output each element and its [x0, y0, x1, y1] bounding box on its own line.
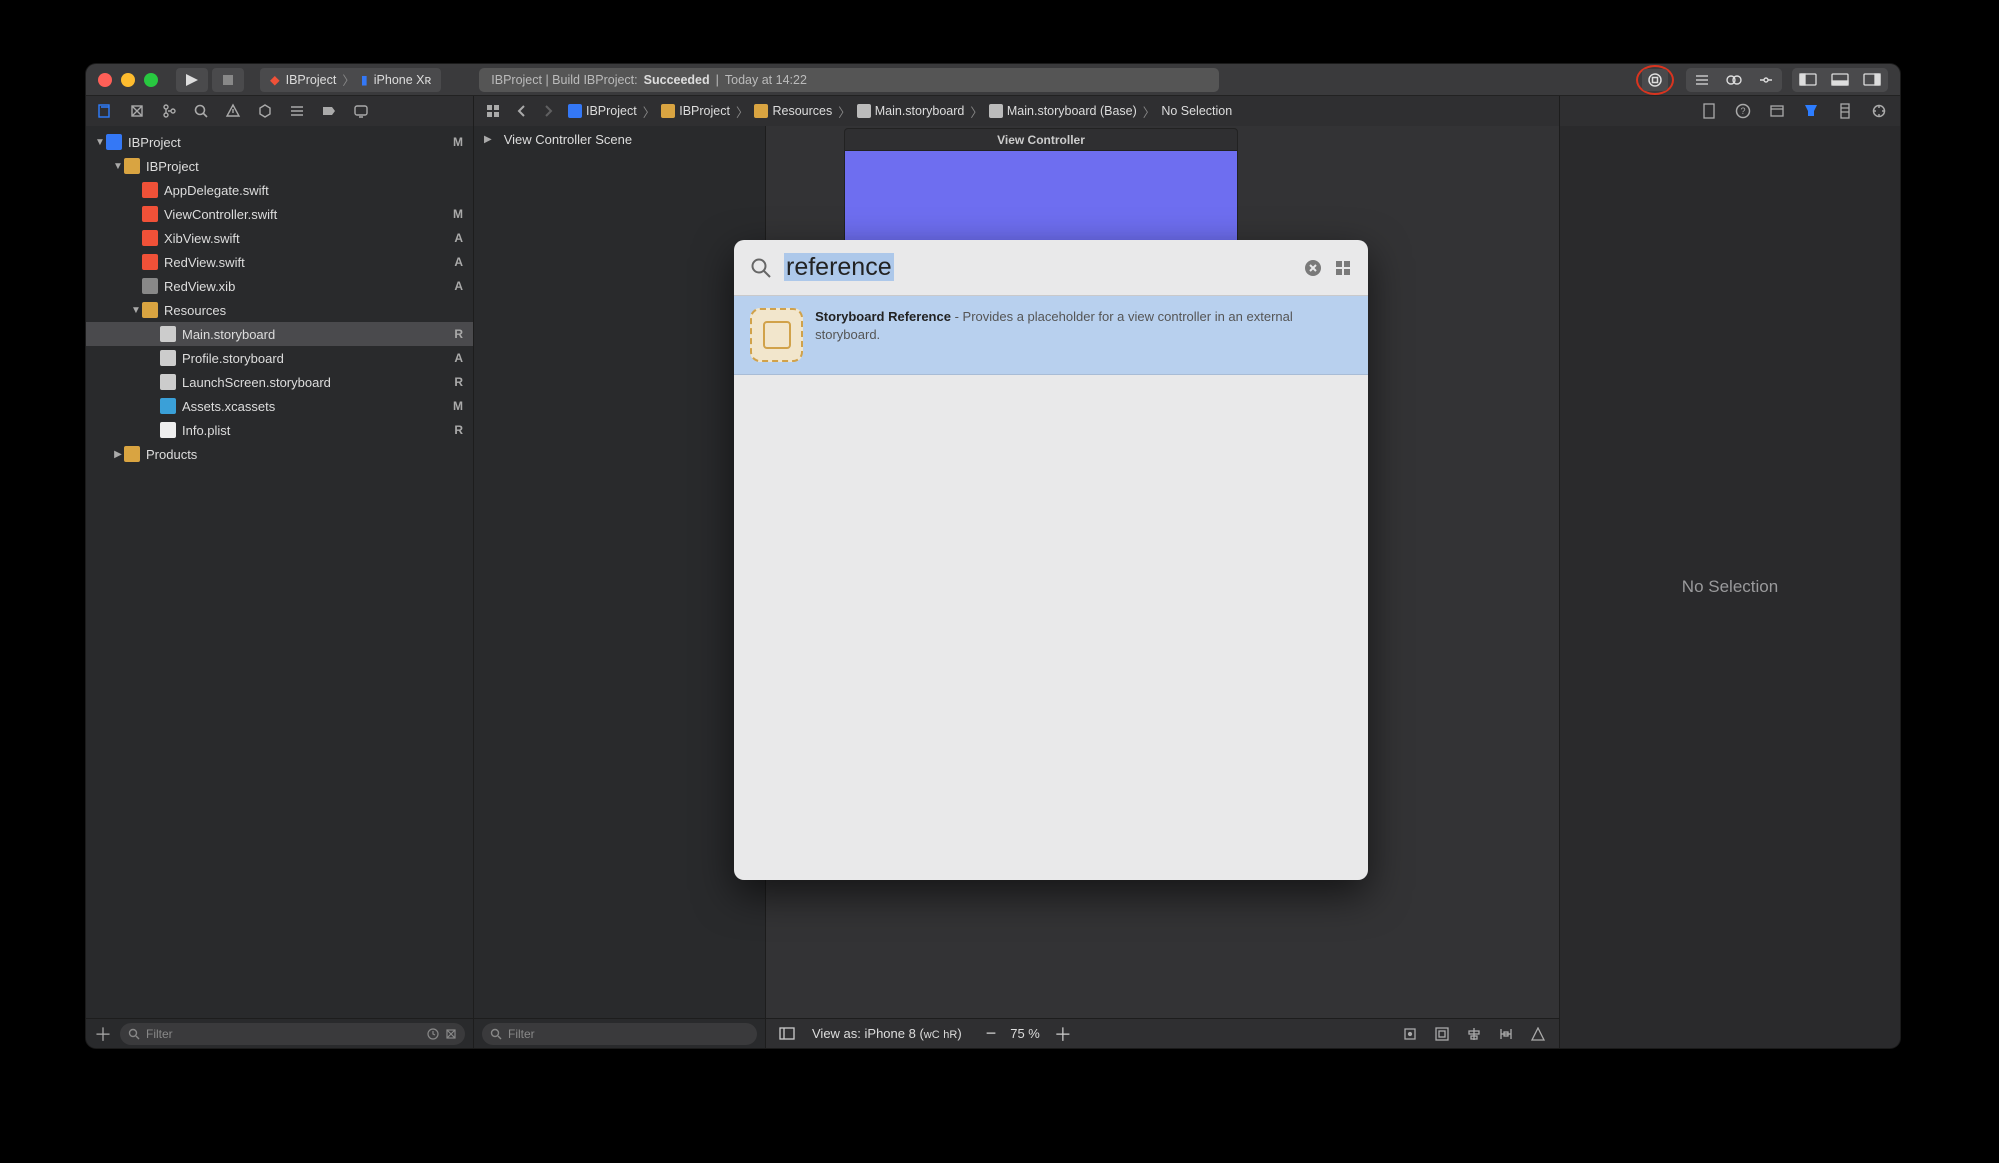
tree-row[interactable]: RedView.xibA — [86, 274, 473, 298]
minimize-window-button[interactable] — [121, 73, 135, 87]
library-result-storyboard-reference[interactable]: Storyboard Reference - Provides a placeh… — [734, 296, 1368, 375]
outline-scene-label: View Controller Scene — [504, 132, 632, 147]
quick-help-inspector-tab[interactable]: ? — [1734, 102, 1752, 120]
project-navigator: ▼IBProjectM▼IBProjectAppDelegate.swiftVi… — [86, 126, 474, 1048]
tree-row[interactable]: Main.storyboardR — [86, 322, 473, 346]
library-button-highlight — [1636, 65, 1674, 95]
window-controls — [98, 73, 158, 87]
report-navigator-tab[interactable] — [352, 102, 370, 120]
back-button[interactable] — [512, 102, 530, 120]
find-navigator-tab[interactable] — [192, 102, 210, 120]
canvas-footer: View as: iPhone 8 (wC hR) − 75 % ＋ — [766, 1018, 1559, 1048]
tree-row[interactable]: LaunchScreen.storyboardR — [86, 370, 473, 394]
related-items-button[interactable] — [484, 102, 502, 120]
status-time: Today at 14:22 — [725, 73, 807, 87]
attributes-inspector-tab[interactable] — [1802, 102, 1820, 120]
test-navigator-tab[interactable] — [256, 102, 274, 120]
pin-button[interactable] — [1497, 1025, 1515, 1043]
resolve-issues-button[interactable] — [1529, 1025, 1547, 1043]
zoom-in-button[interactable]: ＋ — [1054, 1021, 1072, 1047]
toggle-debug-area-button[interactable] — [1824, 68, 1856, 92]
scheme-device-label: iPhone Xʀ — [374, 73, 432, 87]
file-tree[interactable]: ▼IBProjectM▼IBProjectAppDelegate.swiftVi… — [86, 126, 473, 1018]
file-inspector-tab[interactable] — [1700, 102, 1718, 120]
status-prefix: IBProject | Build IBProject: — [491, 73, 637, 87]
inspector-panel: No Selection — [1560, 126, 1900, 1048]
view-as-label[interactable]: View as: iPhone 8 (wC hR) — [812, 1026, 962, 1041]
debug-navigator-tab[interactable] — [288, 102, 306, 120]
breakpoint-navigator-tab[interactable] — [320, 102, 338, 120]
align-button[interactable] — [1465, 1025, 1483, 1043]
tree-row[interactable]: XibView.swiftA — [86, 226, 473, 250]
identity-inspector-tab[interactable] — [1768, 102, 1786, 120]
scm-filter-icon[interactable] — [445, 1028, 457, 1040]
toggle-navigator-button[interactable] — [1792, 68, 1824, 92]
source-control-navigator-tab[interactable] — [128, 102, 146, 120]
forward-button[interactable] — [540, 102, 558, 120]
document-outline[interactable]: ▶ View Controller Scene Filter — [474, 126, 766, 1048]
svg-text:?: ? — [1740, 106, 1745, 116]
symbol-navigator-tab[interactable] — [160, 102, 178, 120]
library-button[interactable] — [1642, 69, 1668, 91]
tree-row[interactable]: RedView.swiftA — [86, 250, 473, 274]
tree-row[interactable]: AppDelegate.swift — [86, 178, 473, 202]
tree-row[interactable]: ▼IBProjectM — [86, 130, 473, 154]
close-window-button[interactable] — [98, 73, 112, 87]
navigator-tab-bar: IBProject〉 IBProject〉 Resources〉 Main.st… — [86, 96, 1900, 126]
outline-scene-row[interactable]: ▶ View Controller Scene — [474, 126, 765, 152]
run-button[interactable] — [176, 68, 208, 92]
recent-filter-icon[interactable] — [427, 1028, 439, 1040]
assistant-editor-button[interactable] — [1718, 68, 1750, 92]
toggle-inspector-button[interactable] — [1856, 68, 1888, 92]
project-navigator-tab[interactable] — [96, 102, 114, 120]
tree-row[interactable]: ViewController.swiftM — [86, 202, 473, 226]
version-editor-button[interactable] — [1750, 68, 1782, 92]
navigator-filter-field[interactable]: Filter — [120, 1023, 465, 1045]
scheme-project-label: IBProject — [286, 73, 337, 87]
embed-in-button[interactable] — [1433, 1025, 1451, 1043]
connections-inspector-tab[interactable] — [1870, 102, 1888, 120]
outline-filter-placeholder: Filter — [508, 1027, 535, 1041]
size-inspector-tab[interactable] — [1836, 102, 1854, 120]
library-result-title: Storyboard Reference — [815, 309, 951, 324]
tree-row[interactable]: ▶Products — [86, 442, 473, 466]
zoom-window-button[interactable] — [144, 73, 158, 87]
clear-search-button[interactable] — [1304, 259, 1322, 277]
add-file-button[interactable]: ＋ — [94, 1025, 112, 1043]
breadcrumb[interactable]: IBProject〉 IBProject〉 Resources〉 Main.st… — [568, 102, 1232, 121]
inspector-empty-label: No Selection — [1560, 126, 1900, 1048]
search-icon — [750, 257, 772, 279]
issue-navigator-tab[interactable] — [224, 102, 242, 120]
scheme-selector[interactable]: ◆ IBProject 〉 ▮ iPhone Xʀ — [260, 68, 441, 92]
object-library-popover: reference Storyboard Reference - Provide… — [734, 240, 1368, 880]
storyboard-reference-icon — [750, 308, 803, 362]
library-search-field[interactable]: reference — [784, 253, 1292, 282]
xcode-window: ◆ IBProject 〉 ▮ iPhone Xʀ IBProject | Bu… — [86, 64, 1900, 1048]
standard-editor-button[interactable] — [1686, 68, 1718, 92]
outline-filter-field[interactable]: Filter — [482, 1023, 757, 1045]
stop-button[interactable] — [212, 68, 244, 92]
tree-row[interactable]: Info.plistR — [86, 418, 473, 442]
library-view-toggle[interactable] — [1334, 259, 1352, 277]
zoom-out-button[interactable]: − — [986, 1023, 997, 1044]
tree-row[interactable]: ▼Resources — [86, 298, 473, 322]
update-frames-button[interactable] — [1401, 1025, 1419, 1043]
tree-row[interactable]: Profile.storyboardA — [86, 346, 473, 370]
scene-title: View Controller — [844, 128, 1238, 150]
filter-placeholder: Filter — [146, 1027, 173, 1041]
status-result: Succeeded — [644, 73, 710, 87]
zoom-level-label: 75 % — [1010, 1026, 1040, 1041]
activity-status: IBProject | Build IBProject: Succeeded |… — [479, 68, 1219, 92]
tree-row[interactable]: Assets.xcassetsM — [86, 394, 473, 418]
toggle-outline-button[interactable] — [778, 1025, 796, 1043]
tree-row[interactable]: ▼IBProject — [86, 154, 473, 178]
titlebar: ◆ IBProject 〉 ▮ iPhone Xʀ IBProject | Bu… — [86, 64, 1900, 96]
